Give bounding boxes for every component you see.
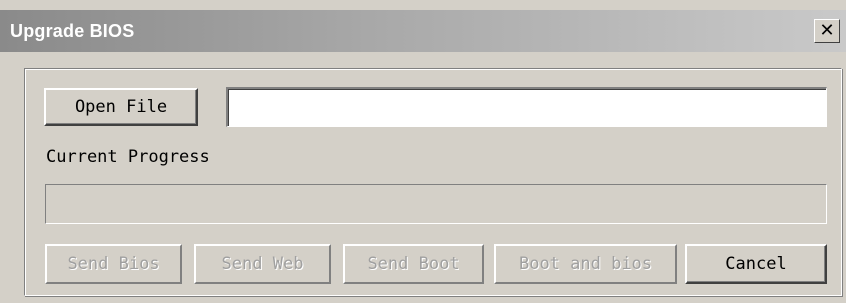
boot-and-bios-button[interactable]: Boot and bios (494, 244, 677, 284)
window-title: Upgrade BIOS (10, 21, 135, 41)
progress-bar (45, 184, 827, 224)
cancel-button[interactable]: Cancel (685, 244, 827, 284)
open-file-button[interactable]: Open File (44, 88, 198, 126)
send-web-button[interactable]: Send Web (194, 244, 331, 284)
title-bar[interactable]: Upgrade BIOS ✕ (0, 10, 846, 52)
send-boot-button[interactable]: Send Boot (343, 244, 484, 284)
upgrade-bios-dialog: Upgrade BIOS ✕ Open File Current Progres… (0, 0, 846, 303)
current-progress-label: Current Progress (46, 147, 210, 167)
file-path-input[interactable] (226, 87, 827, 127)
send-bios-button[interactable]: Send Bios (45, 244, 182, 284)
close-icon: ✕ (819, 20, 835, 41)
close-button[interactable]: ✕ (814, 19, 840, 43)
